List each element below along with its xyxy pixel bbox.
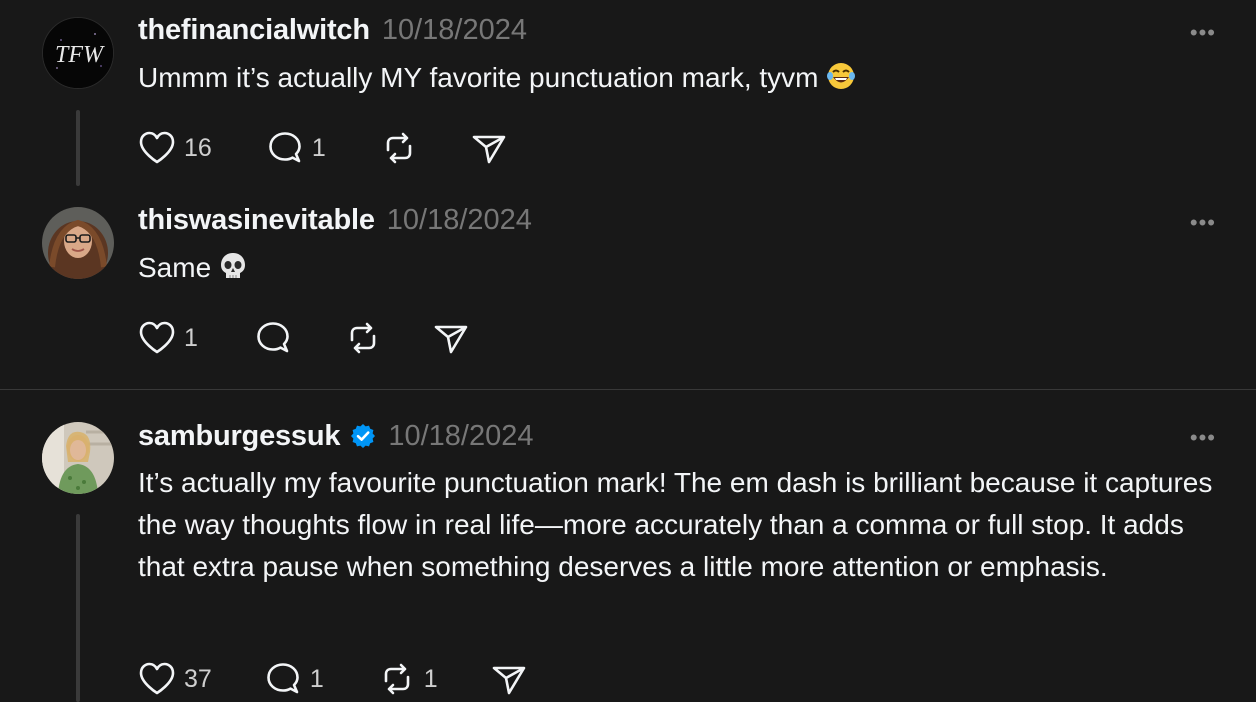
post-text: It’s actually my favourite punctuation m… (138, 467, 1213, 582)
avatar[interactable] (42, 207, 114, 279)
reply-button[interactable]: 1 (264, 659, 324, 699)
reply-thread-feed: TFW thefinancialwitch 10/18/2024 ••• Umm… (0, 0, 1256, 702)
more-options-icon[interactable]: ••• (1190, 212, 1216, 234)
comment-icon (257, 322, 289, 353)
share-button[interactable] (432, 318, 470, 358)
thread-line (76, 110, 80, 186)
like-count: 37 (184, 664, 212, 693)
post-date[interactable]: 10/18/2024 (382, 14, 527, 47)
reply-button[interactable]: 1 (266, 128, 326, 168)
post-date[interactable]: 10/18/2024 (388, 420, 533, 453)
avatar-monogram: TFW (55, 42, 105, 68)
post-text-content: Ummm it’s actually MY favorite punctuati… (138, 62, 819, 93)
like-count: 1 (184, 323, 198, 352)
send-icon (434, 325, 468, 354)
comment-icon (269, 132, 301, 163)
avatar[interactable] (42, 422, 114, 494)
thread-divider (0, 389, 1256, 390)
repost-button[interactable] (380, 128, 418, 168)
reply-button[interactable] (254, 318, 292, 358)
like-count: 16 (184, 133, 212, 162)
like-button[interactable]: 1 (138, 318, 198, 358)
heart-icon (139, 662, 175, 695)
post-text: Ummm it’s actually MY favorite punctuati… (138, 57, 1218, 103)
laughing-tears-emoji-icon (826, 61, 856, 103)
more-options-icon[interactable]: ••• (1190, 22, 1216, 44)
repost-icon (386, 132, 412, 164)
skull-emoji-icon (219, 251, 247, 293)
verified-badge-icon (350, 423, 376, 449)
repost-icon (384, 663, 410, 695)
repost-button[interactable] (344, 318, 382, 358)
heart-icon (139, 131, 175, 164)
repost-button[interactable]: 1 (378, 659, 438, 699)
more-options-icon[interactable]: ••• (1190, 427, 1216, 449)
post-text-content: Same (138, 252, 212, 283)
like-button[interactable]: 37 (138, 659, 212, 699)
username[interactable]: thiswasinevitable (138, 204, 375, 237)
repost-icon (350, 322, 376, 354)
send-icon (472, 135, 506, 164)
heart-icon (139, 321, 175, 354)
avatar[interactable]: TFW (42, 17, 114, 89)
post-text: Same (138, 247, 1218, 293)
share-button[interactable] (470, 128, 508, 168)
send-icon (492, 666, 525, 695)
share-button[interactable] (490, 659, 528, 699)
username[interactable]: thefinancialwitch (138, 14, 370, 47)
post-date[interactable]: 10/18/2024 (387, 204, 532, 237)
username[interactable]: samburgessuk (138, 420, 341, 453)
like-button[interactable]: 16 (138, 128, 212, 168)
reply-count: 1 (311, 133, 326, 162)
thread-line (76, 514, 80, 702)
repost-count: 1 (423, 664, 438, 693)
reply-count: 1 (309, 664, 324, 693)
comment-icon (267, 663, 299, 694)
